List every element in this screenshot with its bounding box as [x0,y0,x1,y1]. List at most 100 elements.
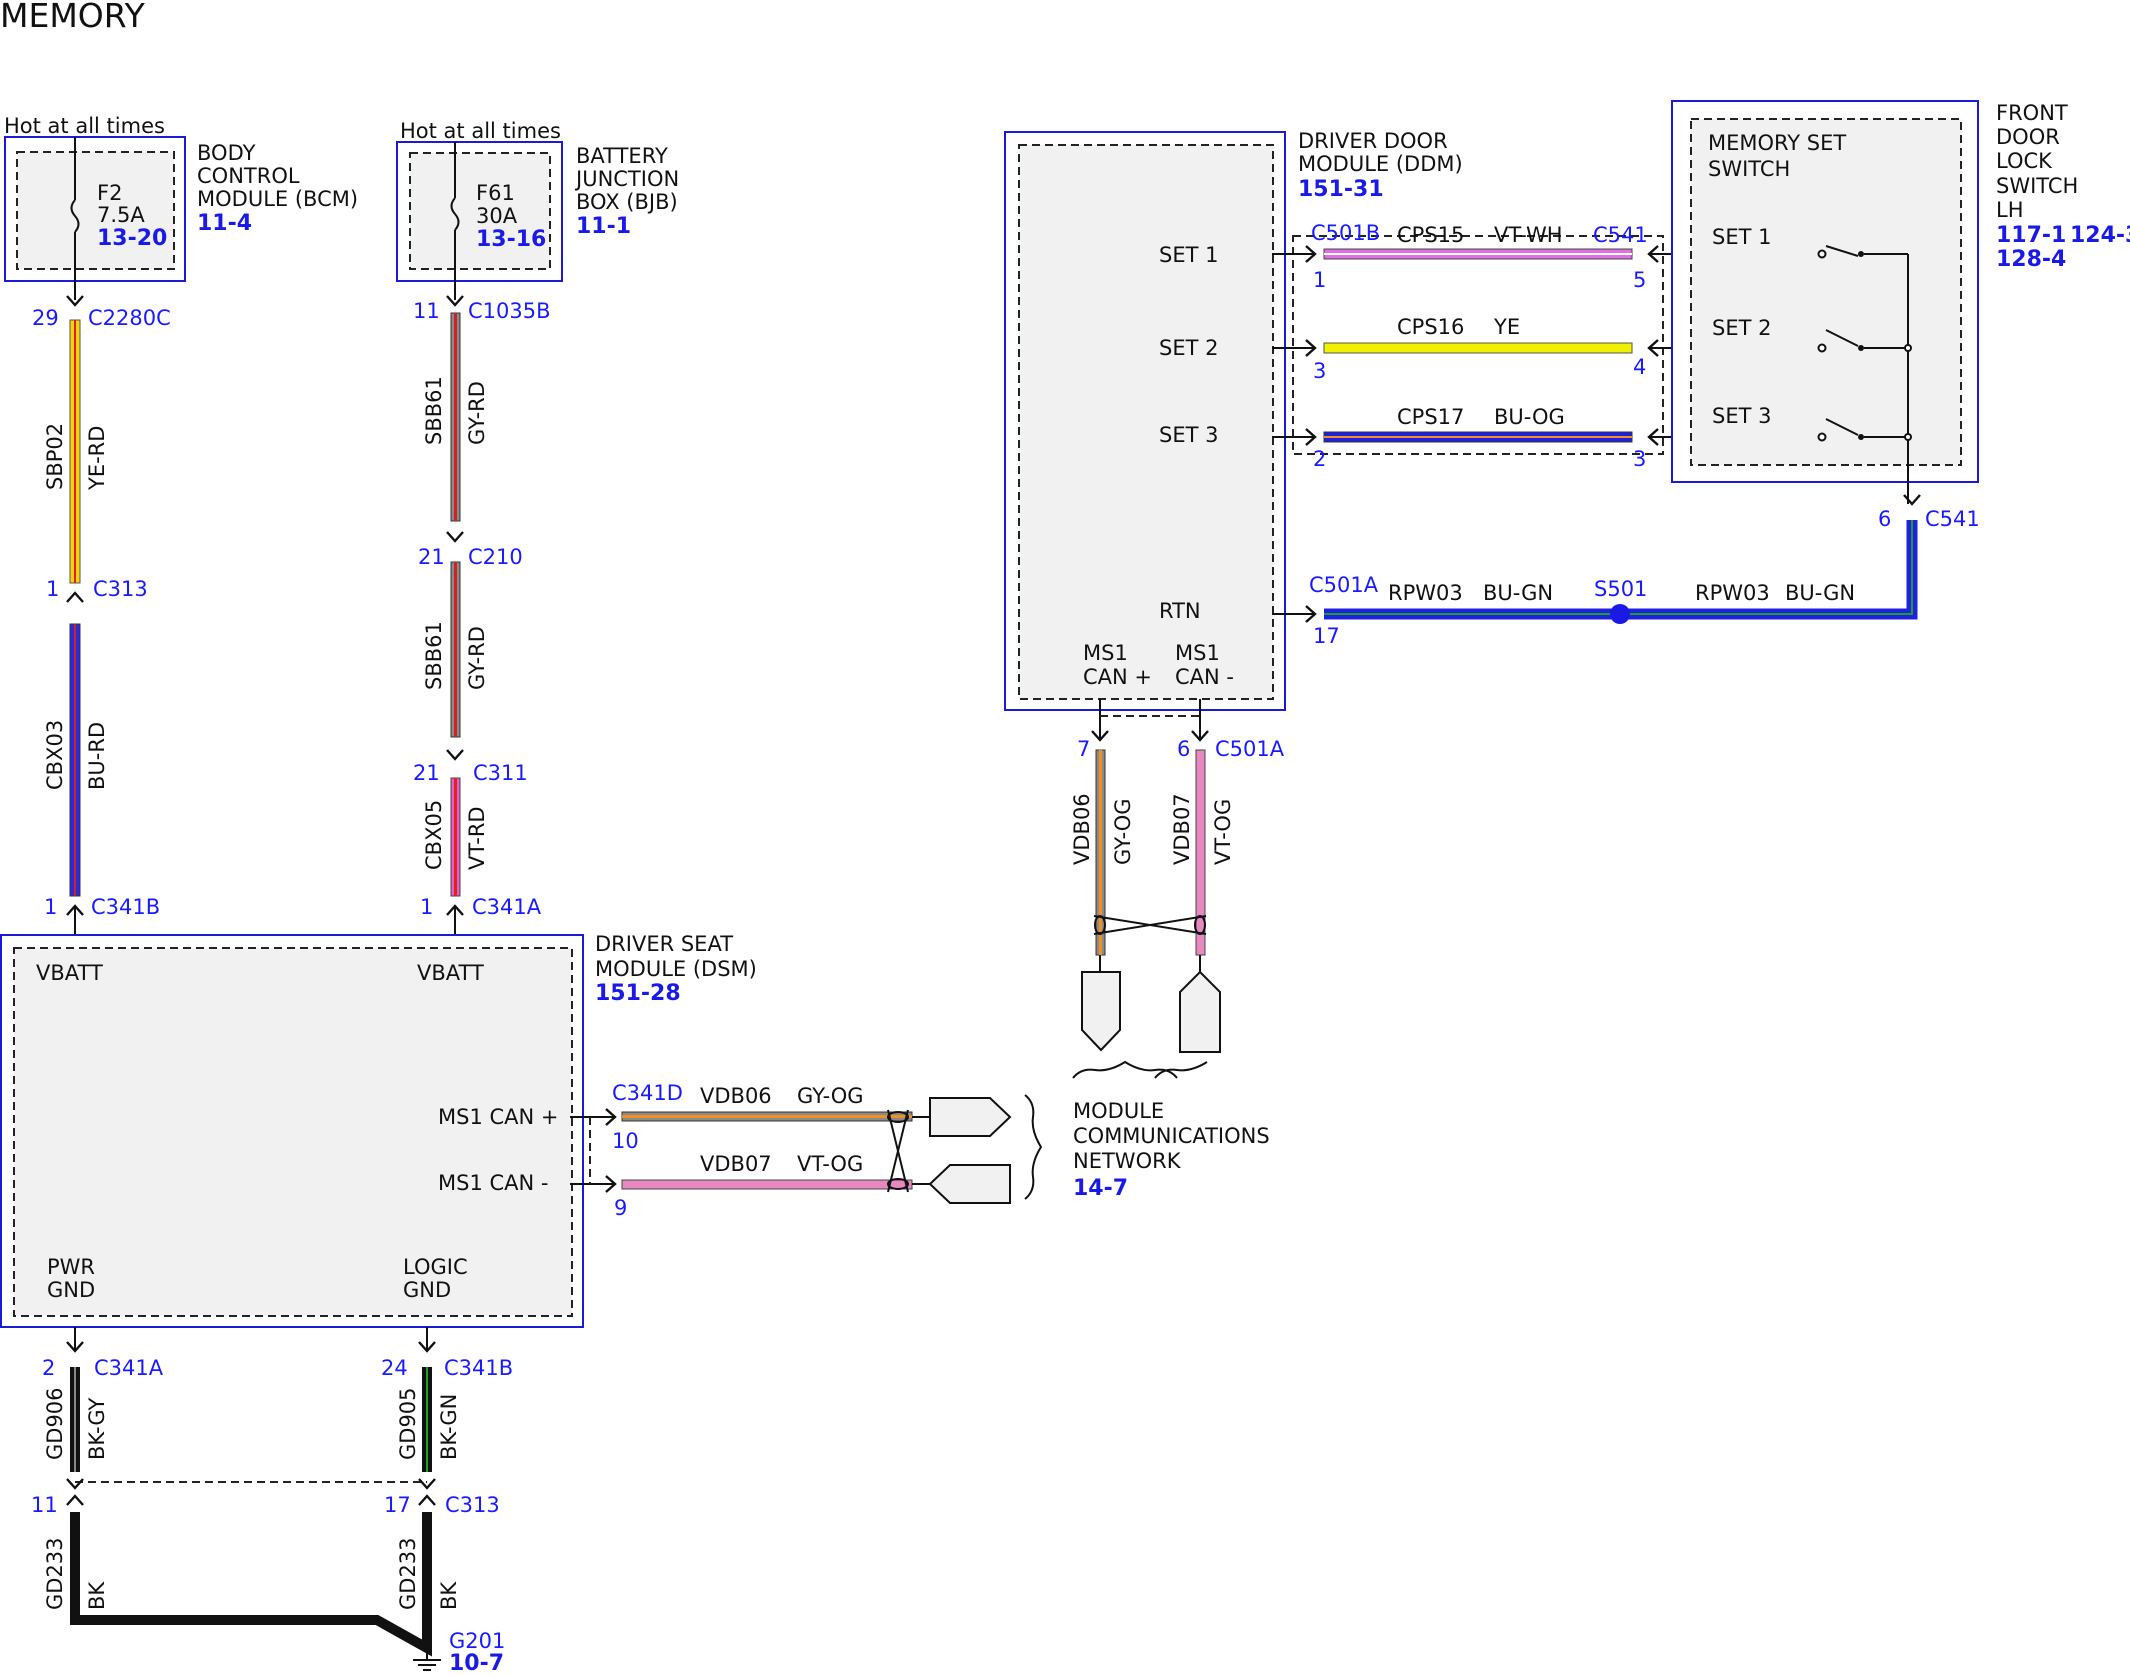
bjb-ref[interactable]: 11-1 [576,214,631,239]
c541-connector: C541 [1593,223,1648,247]
dsm-can-minus: MS1 CAN - [438,1171,548,1195]
w1-right-pin: 5 [1633,268,1646,292]
sbp02-wire: SBP02 YE-RD [43,319,109,584]
dsm-logic-gnd-1: LOGIC [403,1255,468,1279]
gd905-circuit: GD905 [396,1387,420,1460]
twisted-pair-icon [1093,915,1207,935]
dsm-vbatt-2: VBATT [417,961,484,985]
ddm-ref[interactable]: 151-31 [1298,177,1384,202]
network-plus-connector-icon [929,1097,1012,1137]
vdb06-b-circuit: VDB06 [1070,793,1094,865]
cps16-circuit: CPS16 [1397,315,1464,339]
sbb61-wire-b: SBB61 GY-RD [422,561,489,738]
dsm-can-minus-pin: 9 [614,1196,627,1220]
bcm-inner [16,151,175,270]
bcm-pin: 29 [32,306,59,330]
cbx03-color: BU-RD [85,722,109,790]
c313-top-connector: C313 [93,577,148,601]
ddm-can-minus-2: CAN - [1175,665,1234,689]
cbx03-circuit: CBX03 [43,720,67,790]
ground-ref[interactable]: 10-7 [449,1651,504,1675]
cps15-color: VT-WH [1494,223,1563,247]
gd233-wire [70,1512,432,1657]
network-name-3: NETWORK [1073,1149,1182,1173]
c341b-top-pin: 1 [44,895,57,919]
switch-outer-1: FRONT [1996,101,2068,125]
bjb-name-3: BOX (BJB) [576,190,678,214]
ddm-can-minus-pin: 6 [1177,737,1190,761]
switch-set2: SET 2 [1712,316,1771,340]
bjb-connector: C1035B [468,299,551,323]
network-name-2: COMMUNICATIONS [1073,1124,1270,1148]
c210-pin: 21 [418,545,445,569]
c341a-top-connector: C341A [472,895,542,919]
ddm-set2: SET 2 [1159,336,1218,360]
rpw03-a-circuit: RPW03 [1388,581,1463,605]
bcm-fuse: F2 [97,181,122,205]
c501b-connector: C501B [1311,221,1380,245]
switch-contact-icon [1817,343,1827,353]
vdb06-b-color: GY-OG [1111,798,1135,865]
switch-ref-2[interactable]: 124-3 [2070,223,2130,248]
cps17-circuit: CPS17 [1397,405,1464,429]
bcm-connector: C2280C [88,306,171,330]
cps15-circuit: CPS15 [1397,223,1464,247]
ddm-block: SET 1 SET 2 SET 3 RTN MS1 CAN + MS1 CAN … [1004,129,1463,711]
dsm-name-2: MODULE (DSM) [595,957,757,981]
gd233-a-color: BK [85,1581,109,1610]
sbb61-wire-a: SBB61 GY-RD [422,312,489,522]
bcm-ref[interactable]: 11-4 [197,211,252,236]
gnd-c341a-pin: 2 [42,1356,55,1380]
cps16-color: YE [1493,315,1520,339]
gnd-c313-right-pin: 17 [384,1493,411,1517]
switch-ref-3[interactable]: 128-4 [1996,247,2066,272]
splice-icon [1610,604,1630,624]
ddm-can-plus-1: MS1 [1083,641,1128,665]
switch-outer-4: SWITCH [1996,174,2078,198]
network-minus-connector-icon [928,1164,1011,1204]
w3-right-pin: 3 [1633,447,1646,471]
dsm-block: VBATT VBATT MS1 CAN + MS1 CAN - PWR GND … [0,932,757,1328]
ddm-rtn: RTN [1159,599,1201,623]
ddm-can-plus-connector-icon [1081,971,1121,1052]
dsm-inner [13,947,573,1317]
c311-pin: 21 [413,761,440,785]
c341b-top-connector: C341B [91,895,160,919]
wiring-diagram: MEMORY Hot at all times F2 7.5A 13-20 BO… [0,0,2130,1675]
sbb61-b-color: GY-RD [465,626,489,690]
gnd-c341b-connector: C341B [444,1356,513,1380]
cbx05-circuit: CBX05 [422,800,446,870]
memory-switch-block: MEMORY SET SWITCH SET 1 SET 2 SET 3 FRON… [1671,100,2130,483]
switch-outer-3: LOCK [1996,149,2053,173]
bjb-fuse-ref[interactable]: 13-16 [476,227,546,252]
rtn-wire: C501A 17 RPW03 BU-GN S501 RPW03 BU-GN 6 … [1272,480,1980,648]
rtn-pin: 17 [1313,624,1340,648]
w2-left-pin: 3 [1313,359,1326,383]
c341a-top-pin: 1 [420,895,433,919]
bcm-fuse-rating: 7.5A [97,203,145,227]
cps17-color: BU-OG [1494,405,1565,429]
vdb06-color: GY-OG [797,1084,864,1108]
gd905-color: BK-GN [437,1394,461,1460]
gnd-c341b-pin: 24 [381,1356,408,1380]
network-ref[interactable]: 14-7 [1073,1176,1128,1201]
switch-set3: SET 3 [1712,404,1771,428]
vdb06-circuit: VDB06 [700,1084,772,1108]
ddm-inner [1018,144,1274,700]
connector-arrow [446,531,464,543]
ddm-can-connector: C501A [1215,737,1285,761]
bjb-hot-label: Hot at all times [400,119,561,143]
bcm-fuse-ref[interactable]: 13-20 [97,226,167,251]
switch-outer-2: DOOR [1996,125,2060,149]
switch-ref-1[interactable]: 117-1 [1996,223,2066,248]
c541-b-pin: 6 [1878,507,1891,531]
bcm-name-1: BODY [197,141,256,165]
dsm-ref[interactable]: 151-28 [595,981,681,1006]
page-title: MEMORY [0,0,146,35]
sbb61-a-color: GY-RD [465,381,489,445]
c313-top-pin: 1 [46,577,59,601]
dsm-pwr-gnd-2: GND [47,1278,95,1302]
switch-set1: SET 1 [1712,225,1771,249]
w1-left-pin: 1 [1313,268,1326,292]
bcm-block: Hot at all times F2 7.5A 13-20 BODY CONT… [4,114,358,330]
